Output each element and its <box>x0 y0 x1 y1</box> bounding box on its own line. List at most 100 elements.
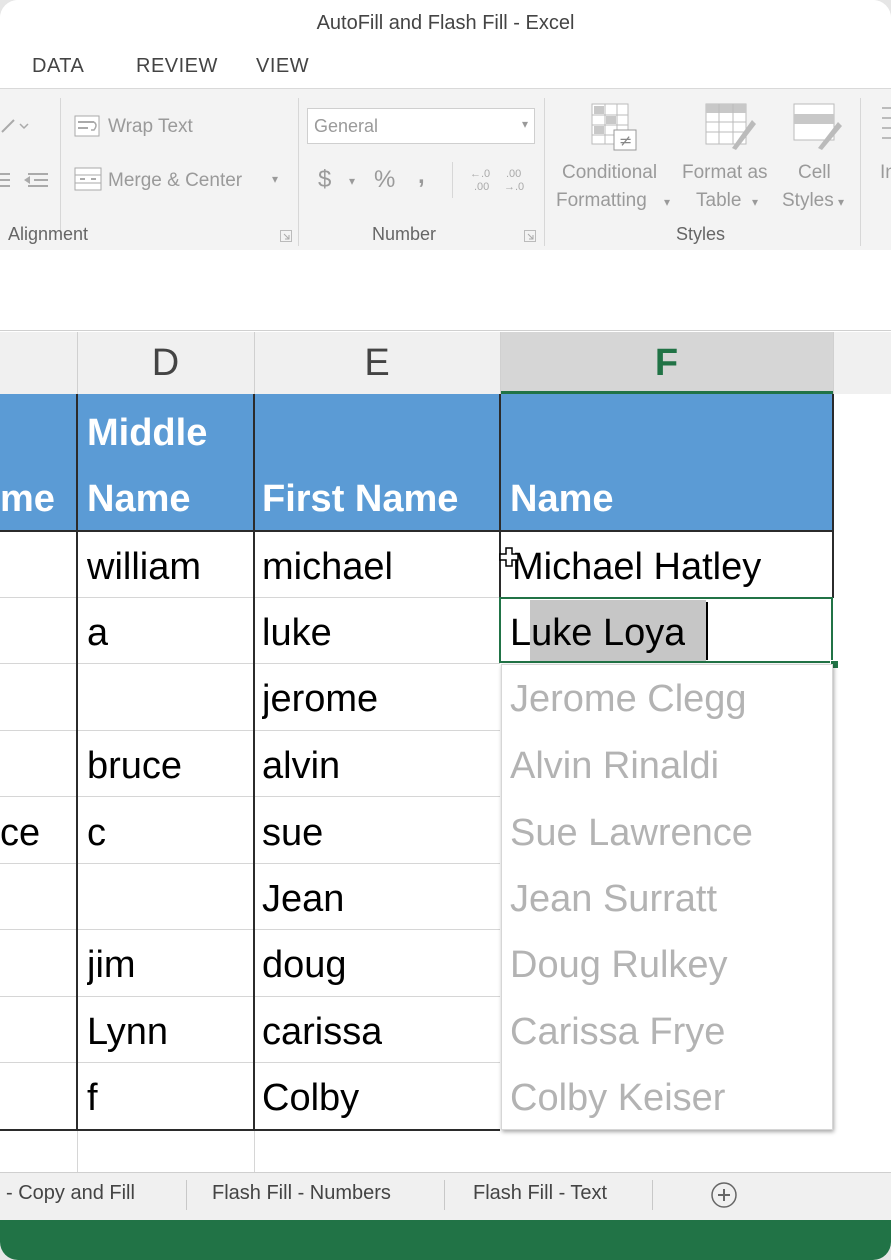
separator <box>444 1180 445 1210</box>
cell-styles-dropdown-icon[interactable]: ▾ <box>838 195 844 209</box>
currency-button[interactable]: $ <box>318 166 331 194</box>
column-header-c[interactable] <box>0 332 77 395</box>
header-cell-e[interactable]: First Name <box>262 478 458 521</box>
cell-e-row5[interactable]: sue <box>262 812 323 855</box>
tab-view[interactable]: VIEW <box>256 55 309 78</box>
flash-fill-suggestion: Jerome Clegg <box>510 678 747 720</box>
cell-e-row3[interactable]: jerome <box>262 678 378 721</box>
column-header-f[interactable]: F <box>500 332 833 394</box>
cell-e-row2[interactable]: luke <box>262 612 332 655</box>
window-title: AutoFill and Flash Fill - Excel <box>316 12 575 34</box>
cell-d-row7[interactable]: jim <box>87 944 136 987</box>
row-border <box>0 996 500 997</box>
excel-window: AutoFill and Flash Fill - Excel DATA REV… <box>0 0 891 1260</box>
col-border <box>76 394 78 1131</box>
new-sheet-plus-icon[interactable] <box>710 1181 738 1209</box>
merge-center-button[interactable]: Merge & Center <box>108 170 242 192</box>
flash-fill-suggestion: Sue Lawrence <box>510 812 753 854</box>
cell-d-row1[interactable]: william <box>87 546 201 589</box>
conditional-formatting-dropdown-icon[interactable]: ▾ <box>664 195 670 209</box>
tab-review[interactable]: REVIEW <box>136 55 218 78</box>
svg-text:.00: .00 <box>474 181 489 193</box>
header-cell-c[interactable]: me <box>0 478 55 521</box>
flash-fill-suggestion: Colby Keiser <box>510 1077 726 1119</box>
row-border <box>0 929 500 930</box>
col-divider <box>77 332 78 394</box>
row-border <box>0 663 500 664</box>
cell-d-row8[interactable]: Lynn <box>87 1011 168 1054</box>
flash-fill-suggestion: Alvin Rinaldi <box>510 745 720 787</box>
orientation-icon[interactable] <box>0 114 30 138</box>
sheet-tab-copy-and-fill[interactable]: - Copy and Fill <box>6 1182 135 1205</box>
mouse-cursor-icon <box>498 546 524 580</box>
col-border <box>832 394 834 598</box>
alignment-launcher-icon[interactable] <box>280 229 292 242</box>
chevron-down-icon: ▾ <box>521 117 528 131</box>
col-divider <box>254 332 255 394</box>
cell-d-row2[interactable]: a <box>87 612 108 655</box>
flash-fill-suggestion: Doug Rulkey <box>510 944 728 986</box>
header-cell-d-line2[interactable]: Name <box>87 478 191 521</box>
cell-f-row1[interactable]: Michael Hatley <box>512 546 761 589</box>
sheet-tab-flash-fill-numbers[interactable]: Flash Fill - Numbers <box>212 1182 391 1205</box>
styles-group-label: Styles <box>676 224 726 244</box>
header-cell-d-line1[interactable]: Middle <box>87 412 207 455</box>
number-format-dropdown[interactable]: General ▾ <box>307 108 535 144</box>
separator <box>452 162 453 198</box>
separator <box>186 1180 187 1210</box>
cell-e-row7[interactable]: doug <box>262 944 347 987</box>
cell-d-row9[interactable]: f <box>87 1077 98 1120</box>
merge-dropdown-icon[interactable]: ▾ <box>272 172 278 186</box>
sheet-tab-flash-fill-text[interactable]: Flash Fill - Text <box>473 1182 607 1205</box>
col-divider <box>500 332 501 394</box>
cell-styles-label-2[interactable]: Styles <box>782 190 834 212</box>
row-border <box>0 597 500 598</box>
row-border <box>0 530 833 532</box>
cell-styles-label-1[interactable]: Cell <box>798 162 831 184</box>
format-as-table-dropdown-icon[interactable]: ▾ <box>752 195 758 209</box>
column-header-e[interactable]: E <box>254 332 500 395</box>
conditional-formatting-label-1[interactable]: Conditional <box>562 162 657 184</box>
col-divider <box>254 1131 255 1172</box>
row-border <box>0 730 500 731</box>
separator <box>860 98 861 246</box>
tab-data[interactable]: DATA <box>32 55 84 78</box>
separator <box>652 1180 653 1210</box>
status-bar <box>0 1220 891 1260</box>
cell-e-row8[interactable]: carissa <box>262 1011 382 1054</box>
format-as-table-label-2[interactable]: Table <box>696 190 741 212</box>
text-caret <box>706 602 708 660</box>
number-format-value: General <box>314 116 379 136</box>
ribbon-tab-row <box>0 48 891 88</box>
increase-decimal-icon[interactable]: ←.0.00 <box>464 166 498 194</box>
cell-f-row2[interactable]: Luke Loya <box>510 612 685 655</box>
format-as-table-label-1[interactable]: Format as <box>682 162 768 184</box>
number-group-label: Number <box>372 224 437 244</box>
cell-e-row4[interactable]: alvin <box>262 745 340 788</box>
comma-button[interactable]: , <box>418 162 425 190</box>
insert-icon[interactable] <box>880 102 891 148</box>
conditional-formatting-label-2[interactable]: Formatting <box>556 190 647 212</box>
decrease-decimal-icon[interactable]: .00 →.0 <box>500 166 534 194</box>
cell-d-row5[interactable]: c <box>87 812 106 855</box>
header-cell-f[interactable]: Name <box>510 478 614 521</box>
currency-dropdown-icon[interactable]: ▾ <box>349 174 355 188</box>
column-header-d[interactable]: D <box>77 332 254 395</box>
cell-e-row1[interactable]: michael <box>262 546 393 589</box>
separator <box>298 98 299 246</box>
cell-e-row6[interactable]: Jean <box>262 878 344 921</box>
number-launcher-icon[interactable] <box>524 229 536 242</box>
svg-text:≠: ≠ <box>619 131 632 150</box>
cell-e-row9[interactable]: Colby <box>262 1077 359 1120</box>
svg-text:←.0: ←.0 <box>470 168 490 180</box>
svg-text:→.0: →.0 <box>504 181 524 193</box>
cell-c-row5[interactable]: ce <box>0 812 40 855</box>
cell-d-row4[interactable]: bruce <box>87 745 182 788</box>
formula-bar[interactable] <box>0 250 891 331</box>
wrap-text-button[interactable]: Wrap Text <box>108 116 193 138</box>
col-divider <box>77 1131 78 1172</box>
indent-icons[interactable] <box>0 168 52 192</box>
separator <box>60 98 61 238</box>
insert-button-label[interactable]: In <box>880 162 891 184</box>
percent-button[interactable]: % <box>374 166 395 194</box>
